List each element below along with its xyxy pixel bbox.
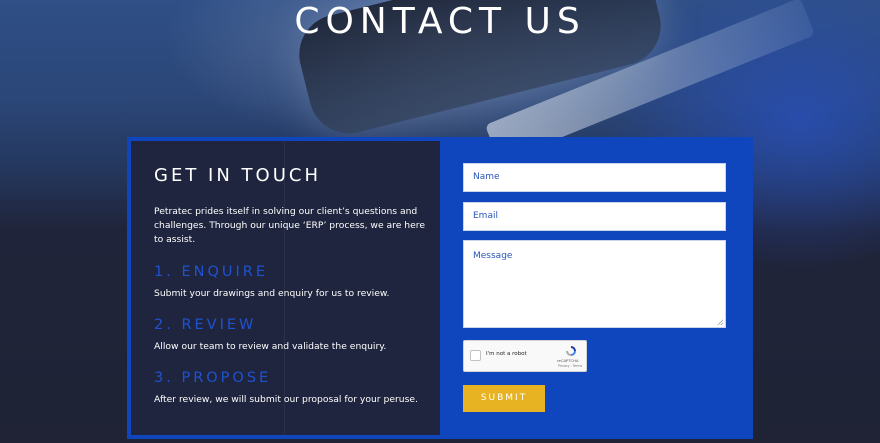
submit-button[interactable]: SUBMIT xyxy=(463,385,545,412)
step-1-text: Submit your drawings and enquiry for us … xyxy=(154,288,390,299)
name-input[interactable]: Name xyxy=(463,163,726,192)
message-textarea[interactable]: Message xyxy=(463,240,726,328)
info-heading: GET IN TOUCH xyxy=(154,165,321,186)
captcha-brand: reCAPTCHA xyxy=(557,358,579,363)
resize-handle-icon[interactable] xyxy=(717,319,723,325)
page-title: CONTACT US xyxy=(294,1,586,42)
recaptcha-logo-icon xyxy=(566,346,576,356)
step-3-heading: 3. PROPOSE xyxy=(154,370,272,386)
name-placeholder: Name xyxy=(473,172,500,182)
email-input[interactable]: Email xyxy=(463,202,726,231)
message-placeholder: Message xyxy=(473,251,513,261)
captcha-terms[interactable]: Privacy - Terms xyxy=(558,364,582,368)
info-intro: Petratec prides itself in solving our cl… xyxy=(154,206,425,245)
email-placeholder: Email xyxy=(473,211,498,221)
step-3-text: After review, we will submit our proposa… xyxy=(154,394,418,405)
captcha-checkbox[interactable] xyxy=(470,350,481,361)
step-1-heading: 1. ENQUIRE xyxy=(154,264,268,280)
recaptcha-widget: I'm not a robot reCAPTCHA Privacy - Term… xyxy=(463,340,587,372)
captcha-label: I'm not a robot xyxy=(486,351,527,357)
step-2-text: Allow our team to review and validate th… xyxy=(154,341,387,352)
step-2-heading: 2. REVIEW xyxy=(154,317,257,333)
